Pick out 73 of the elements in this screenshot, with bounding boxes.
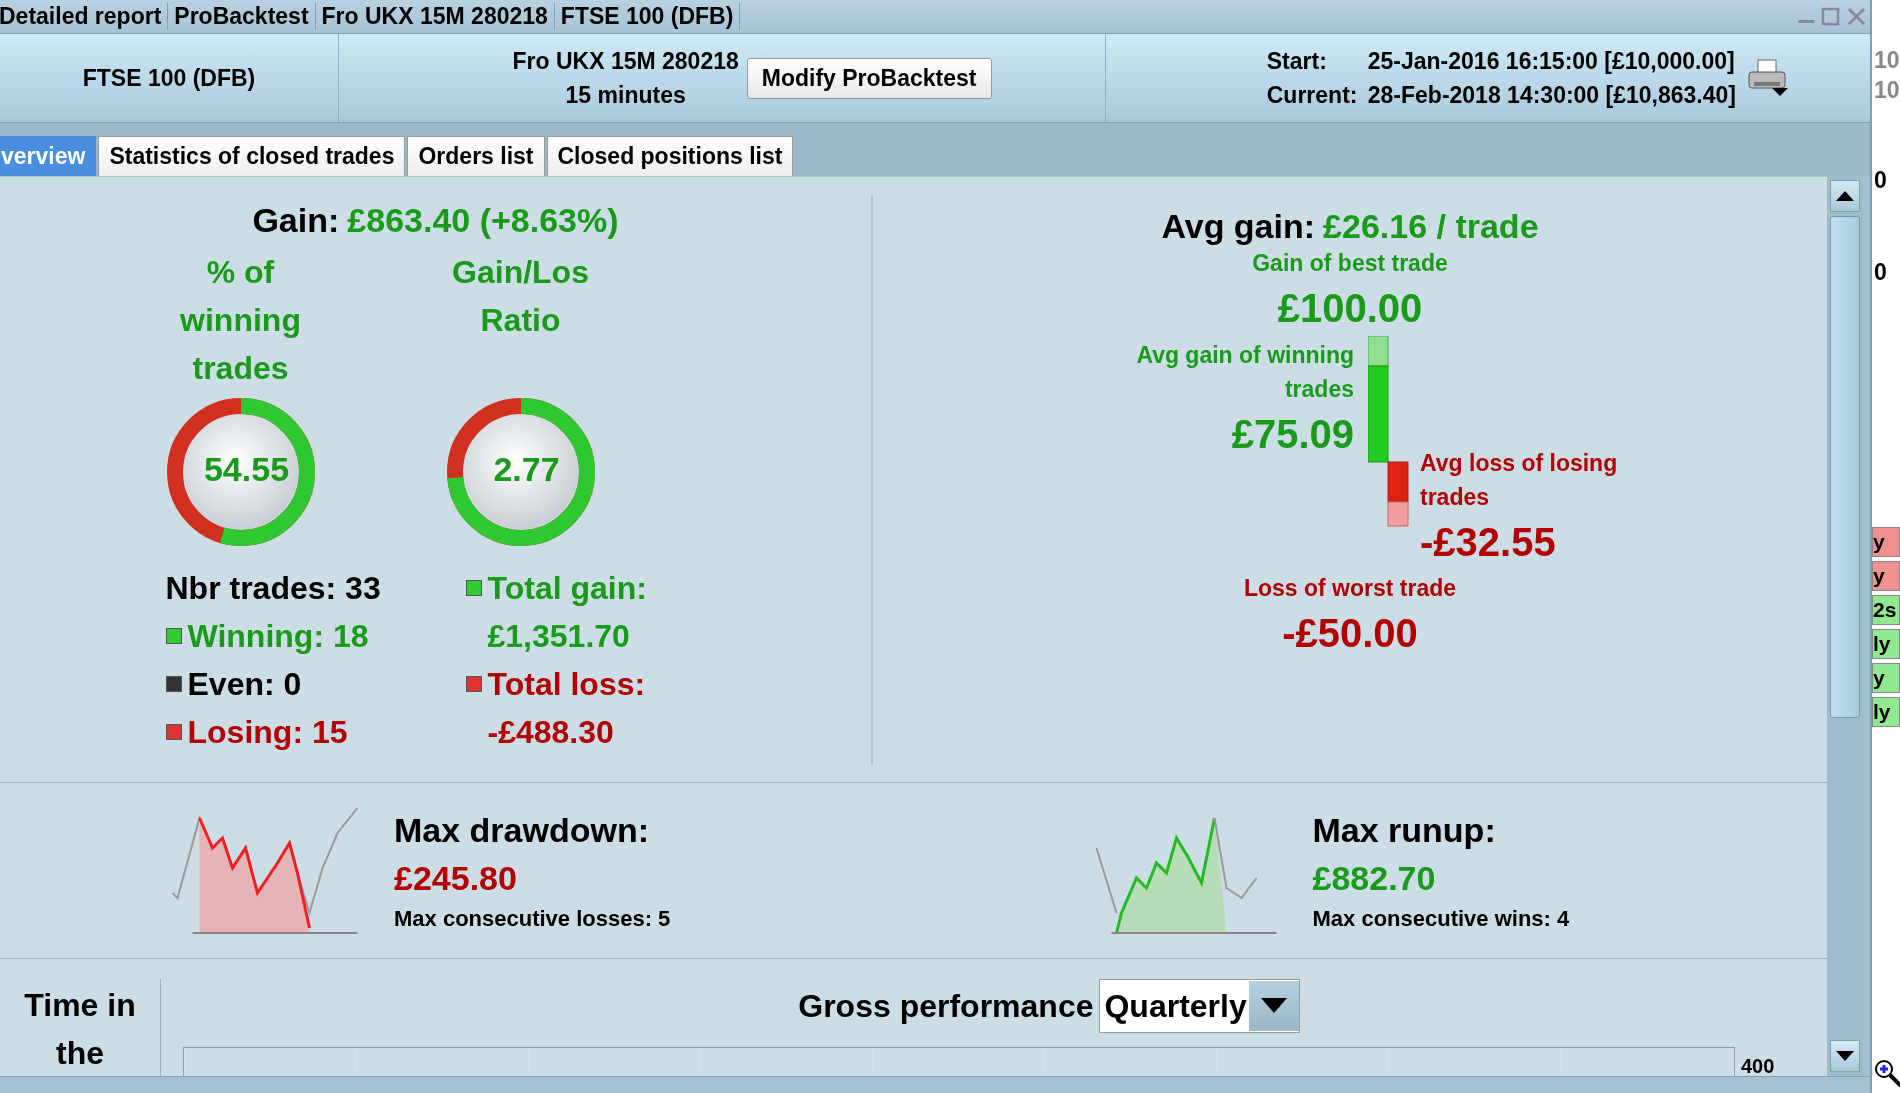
instrument-name: FTSE 100 (DFB) [82,64,256,92]
zoom-in-icon[interactable] [1874,1059,1900,1087]
caret-icon [1260,998,1287,1014]
legend-square-icon [165,676,182,692]
side-tag: y [1872,527,1900,557]
legend-square-icon [165,724,182,740]
total-label: Total loss: [487,665,646,703]
window-title: Fro UKX 15M 280218 [315,3,555,30]
side-tag: y [1872,561,1900,591]
gross-performance-label: Gross performance [798,987,1094,1025]
best-trade-label: Gain of best trade [1252,249,1448,278]
consecutive-wins: Max consecutive wins: 4 [1312,904,1570,933]
side-number: 10 [1873,46,1900,75]
trade-count: Losing: 15 [187,713,348,751]
gauge-title: Gain/Los Ratio [451,253,590,340]
total-label: Total gain: [487,569,647,607]
up-arrow-icon [1836,191,1854,201]
legend-square-icon [165,628,182,644]
worst-trade-label: Loss of worst trade [1243,574,1457,603]
current-label: Current: [1266,81,1359,110]
scroll-down-button[interactable] [1830,1040,1860,1072]
scroll-up-button[interactable] [1830,180,1860,212]
gain-label: Gain: [252,201,340,240]
avg-loss-value: -£32.55 [1420,519,1557,566]
gauge-value: 2.77 [492,450,561,489]
gauge-title: % of winning trades [179,253,302,388]
time-in-label: Time in the [24,987,136,1071]
avg-win-label: Avg gain of winning trades [1135,341,1354,404]
window-title: Detailed report [0,3,169,30]
side-tag: y [1872,663,1900,693]
side-tag: ly [1872,629,1900,659]
total-value: £1,351.70 [487,617,630,655]
tab[interactable]: Closed positions list [546,136,794,176]
trade-count: Winning: 18 [187,617,369,655]
consecutive-losses: Max consecutive losses: 5 [394,904,671,933]
total-value: -£488.30 [487,713,614,751]
avg-loss-label: Avg loss of losing trades [1420,449,1619,512]
runup-value: £882.70 [1312,857,1437,899]
side-number: 0 [1873,166,1888,195]
tab[interactable]: Statistics of closed trades [98,136,406,176]
window-title: FTSE 100 (DFB) [554,3,741,30]
worst-trade-value: -£50.00 [1282,610,1418,657]
side-number: 10 [1873,76,1900,105]
timeframe-label: 15 minutes [565,81,686,110]
scroll-thumb[interactable] [1830,216,1860,718]
start-value: 25-Jan-2016 16:15:00 [£10,000.00] [1367,47,1736,76]
side-tag: ly [1872,697,1900,727]
period-dropdown[interactable]: Quarterly [1099,979,1300,1033]
legend-square-icon [465,580,482,596]
modify-button[interactable]: Modify ProBacktest [746,57,992,99]
gauge-value: 54.55 [202,450,291,489]
drawdown-value: £245.80 [394,857,518,899]
current-value: 28-Feb-2018 14:30:00 [£10,863.40] [1367,81,1736,110]
runup-label: Max runup: [1312,809,1497,851]
legend-square-icon [465,676,482,692]
axis-tick-label: 400 [1741,1055,1775,1076]
system-name: Fro UKX 15M 280218 [512,47,739,76]
gain-value: £863.40 (+8.63%) [347,201,619,240]
down-arrow-icon [1836,1051,1854,1061]
tab[interactable]: Orders list [407,136,545,176]
best-trade-value: £100.00 [1277,285,1423,332]
trade-count: Nbr trades: 33 [165,569,381,607]
avg-gain-label: Avg gain: [1161,207,1316,246]
window-title: ProBacktest [168,3,316,30]
side-number: 0 [1873,258,1888,287]
trade-count: Even: 0 [187,665,302,703]
side-tag: 2s [1872,595,1900,625]
avg-win-value: £75.09 [1231,411,1354,458]
printer-icon[interactable] [1746,58,1790,98]
scrollbar[interactable] [1827,176,1863,1076]
start-label: Start: [1266,47,1328,76]
avg-gain-value: £26.16 / trade [1323,207,1539,246]
drawdown-label: Max drawdown: [394,809,651,851]
